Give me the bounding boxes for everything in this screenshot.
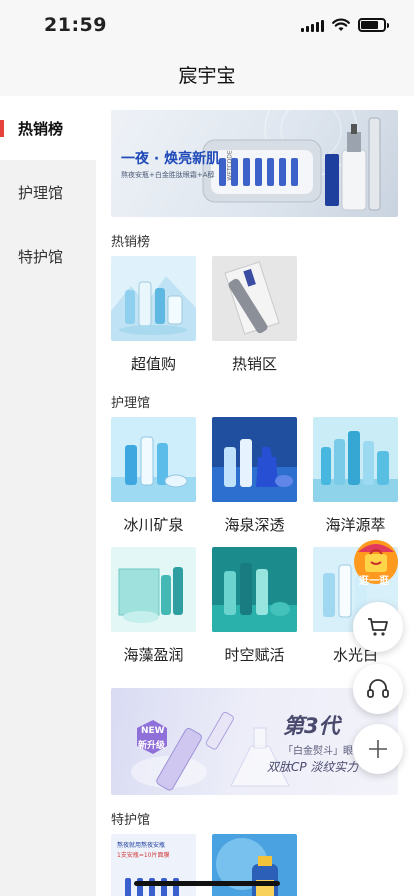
tile-image	[212, 256, 297, 341]
section-title-special: 特护馆	[111, 813, 151, 828]
category-content: 一夜 · 焕亮新肌 熬夜安瓶+白金胜肽眼霜+A醇 WETCODE 热销榜 超值购	[96, 96, 414, 896]
banner-headline: 一夜 · 焕亮新肌	[121, 151, 221, 167]
tile-image	[111, 417, 196, 502]
tile-image	[111, 547, 196, 632]
new-badge-top: NEW	[141, 726, 165, 736]
headset-icon	[367, 679, 389, 698]
tile-label: 超值购	[130, 355, 176, 373]
tile-image: 熬夜就用熬夜安瓶 1支安瓶=10片面膜	[111, 834, 196, 896]
tile-label: 冰川矿泉	[123, 516, 184, 534]
sidebar-item-label: 特护馆	[18, 247, 64, 266]
home-indicator[interactable]	[134, 881, 280, 886]
signal-icon	[301, 19, 324, 32]
category-tile[interactable]: 海洋源萃	[313, 417, 398, 535]
plus-icon	[369, 740, 387, 758]
sidebar-item-special[interactable]: 特护馆	[0, 224, 96, 288]
tile-label: 时空赋活	[224, 646, 285, 664]
cart-button[interactable]	[353, 602, 403, 652]
top-banner[interactable]: 一夜 · 焕亮新肌 熬夜安瓶+白金胜肽眼霜+A醇 WETCODE	[111, 110, 398, 217]
sidebar-item-hot[interactable]: 热销榜	[0, 96, 96, 160]
page-title: 宸宇宝	[178, 64, 236, 87]
sidebar-item-care[interactable]: 护理馆	[0, 160, 96, 224]
banner-brand: WETCODE	[226, 150, 234, 181]
category-tile[interactable]	[212, 834, 297, 896]
nav-bar: 宸宇宝	[0, 52, 414, 96]
tile-label: 海泉深透	[224, 516, 285, 534]
sidebar-item-label: 护理馆	[18, 183, 64, 202]
new-badge-bottom: 新升级	[138, 741, 166, 751]
battery-icon	[358, 18, 389, 32]
tile-image	[111, 256, 196, 341]
tile-image	[212, 547, 297, 632]
category-tile[interactable]: 熬夜就用熬夜安瓶 1支安瓶=10片面膜	[111, 834, 196, 896]
tile-image	[313, 417, 398, 502]
promo-label: 逛一逛	[359, 576, 389, 587]
tile-image	[212, 417, 297, 502]
wifi-icon	[332, 18, 350, 31]
category-sidebar: 热销榜 护理馆 特护馆	[0, 96, 96, 896]
category-tile[interactable]: 超值购	[111, 256, 196, 374]
status-time: 21:59	[44, 14, 107, 36]
category-tile[interactable]: 海藻盈润	[111, 547, 196, 665]
tile-image	[212, 834, 297, 896]
banner-line2: 双肽CP 淡纹实力	[267, 760, 359, 774]
status-bar: 21:59	[0, 0, 414, 52]
customer-service-button[interactable]	[353, 664, 403, 714]
banner-big-text: 第3代	[283, 714, 340, 738]
tile-label: 海藻盈润	[123, 646, 184, 664]
sidebar-item-label: 热销榜	[18, 119, 64, 138]
tile-label: 海洋源萃	[325, 516, 386, 534]
category-tile[interactable]: 海泉深透	[212, 417, 297, 535]
section-title-hot: 热销榜	[111, 235, 151, 250]
category-tile[interactable]: 冰川矿泉	[111, 417, 196, 535]
banner-line1: 「白金熨斗」眼霜	[283, 746, 363, 757]
promo-bag-button[interactable]: 逛一逛	[352, 538, 400, 590]
section-title-care: 护理馆	[111, 396, 151, 411]
banner-subline: 熬夜安瓶+白金胜肽眼霜+A醇	[121, 171, 215, 179]
cart-icon	[368, 618, 388, 636]
tile-label: 热销区	[231, 355, 277, 373]
category-tile[interactable]: 时空赋活	[212, 547, 297, 665]
add-button[interactable]	[353, 724, 403, 774]
status-icons	[301, 18, 389, 32]
category-tile[interactable]: 热销区	[212, 256, 297, 374]
